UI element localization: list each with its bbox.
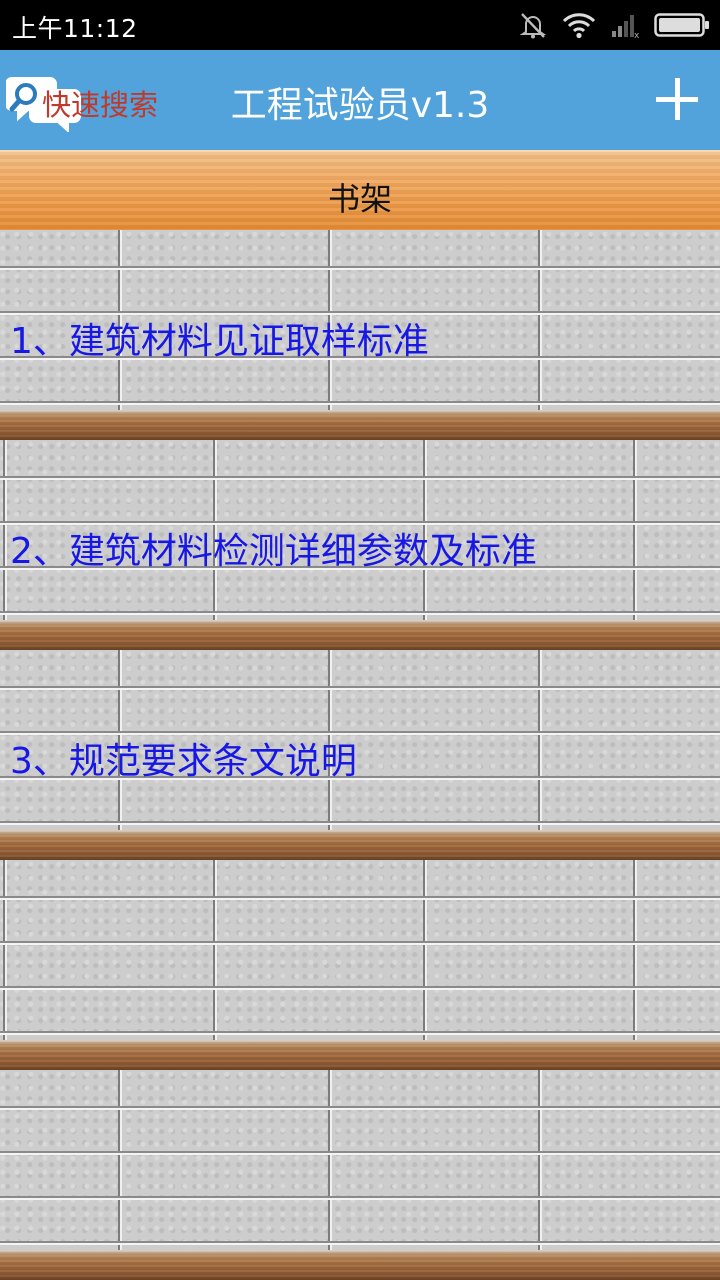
quick-search-label: 快速搜索 bbox=[42, 88, 159, 122]
shelf-plank bbox=[0, 1040, 720, 1070]
brick-wall-background bbox=[0, 1070, 720, 1250]
status-bar: 上午11:12 x bbox=[0, 0, 720, 50]
brick-wall-background bbox=[0, 860, 720, 1040]
svg-text:x: x bbox=[634, 31, 640, 39]
shelf-plank bbox=[0, 620, 720, 650]
shelf-row: 1、建筑材料见证取样标准 bbox=[0, 230, 720, 440]
shelf-title: 书架 bbox=[327, 180, 392, 218]
title-bar: 快速搜索 工程试验员v1.3 bbox=[0, 50, 720, 150]
battery-icon bbox=[654, 11, 710, 39]
add-button[interactable] bbox=[652, 74, 702, 124]
book-link-3[interactable]: 3、规范要求条文说明 bbox=[10, 732, 357, 784]
shelf-plank bbox=[0, 410, 720, 440]
signal-icon: x bbox=[610, 11, 640, 39]
app-screen: 上午11:12 x 快速搜索 工程试验员v1.3 书架 1、建筑材料见证取样标准… bbox=[0, 0, 720, 1280]
bookshelf: 1、建筑材料见证取样标准 2、建筑材料检测详细参数及标准 3、规范要求条文说明 bbox=[0, 230, 720, 1280]
status-icons: x bbox=[518, 8, 710, 42]
shelf-header: 书架 bbox=[0, 150, 720, 230]
book-link-2[interactable]: 2、建筑材料检测详细参数及标准 bbox=[10, 522, 537, 574]
shelf-row bbox=[0, 860, 720, 1070]
shelf-row: 3、规范要求条文说明 bbox=[0, 650, 720, 860]
shelf-plank bbox=[0, 1250, 720, 1280]
wifi-icon bbox=[562, 11, 596, 39]
quick-search-button[interactable]: 快速搜索 bbox=[5, 68, 196, 134]
shelf-row: 2、建筑材料检测详细参数及标准 bbox=[0, 440, 720, 650]
status-time: 上午11:12 bbox=[12, 14, 138, 43]
mute-icon bbox=[518, 10, 548, 40]
app-title: 工程试验员v1.3 bbox=[230, 85, 490, 126]
shelf-row bbox=[0, 1070, 720, 1280]
shelf-plank bbox=[0, 830, 720, 860]
book-link-1[interactable]: 1、建筑材料见证取样标准 bbox=[10, 312, 429, 364]
